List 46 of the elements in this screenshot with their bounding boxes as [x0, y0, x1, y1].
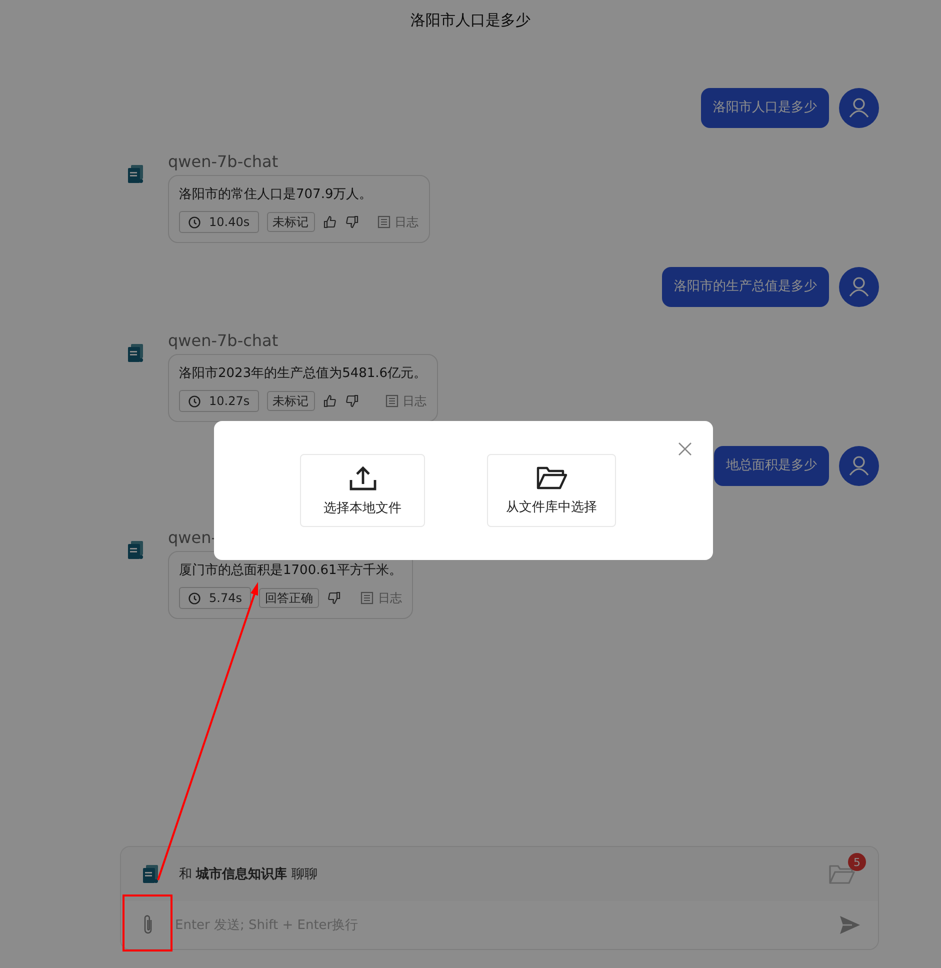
user-message: 洛阳市的生产总值是多少	[662, 267, 829, 307]
response-time: 10.40s	[179, 211, 259, 233]
upload-option[interactable]: 从文件库中选择	[487, 454, 616, 527]
folder-icon	[536, 466, 568, 490]
list-icon	[376, 215, 391, 229]
mark-button[interactable]: 未标记	[266, 391, 315, 411]
clock-icon	[188, 216, 201, 228]
response-time: 10.27s	[179, 390, 259, 412]
list-icon	[384, 394, 399, 408]
model-name: qwen-	[168, 528, 218, 548]
mark-button[interactable]: 未标记	[266, 212, 315, 232]
thumbs-down-icon[interactable]	[326, 591, 341, 605]
bot-message-text: 洛阳市的常住人口是707.9万人。	[179, 186, 374, 204]
log-link[interactable]: 日志	[378, 590, 402, 606]
log-link[interactable]: 日志	[394, 214, 419, 230]
bot-document-icon	[126, 540, 146, 560]
user-message: 洛阳市人口是多少	[701, 88, 829, 128]
list-icon	[360, 591, 374, 605]
user-avatar-icon	[839, 267, 879, 307]
thumbs-down-icon[interactable]	[344, 215, 359, 229]
knowledge-base-label: 和 城市信息知识库 聊聊	[179, 866, 318, 883]
log-link[interactable]: 日志	[402, 392, 427, 410]
thumbs-up-icon[interactable]	[322, 215, 337, 229]
chat-title: 洛阳市人口是多少	[410, 10, 532, 31]
bot-document-icon	[141, 864, 161, 884]
model-name: qwen-7b-chat	[168, 331, 280, 351]
folder-icon[interactable]	[828, 863, 856, 885]
user-avatar-icon	[839, 88, 879, 128]
thumbs-down-icon[interactable]	[344, 394, 359, 408]
user-avatar-icon	[839, 446, 879, 486]
user-message: 地总面积是多少	[714, 446, 829, 486]
clock-icon	[188, 592, 201, 604]
model-name: qwen-7b-chat	[168, 152, 280, 172]
clock-icon	[188, 394, 201, 408]
bot-document-icon	[126, 164, 146, 184]
bot-message-text: 厦门市的总面积是1700.61平方千米。	[179, 562, 402, 580]
thumbs-up-icon[interactable]	[322, 394, 337, 408]
upload-option[interactable]: 选择本地文件	[300, 454, 425, 527]
upload-icon	[348, 464, 376, 490]
annotation-box	[122, 894, 172, 952]
bot-message-text: 洛阳市2023年的生产总值为5481.6亿元。	[179, 365, 427, 383]
response-time: 5.74s	[179, 587, 251, 609]
count-badge: 5	[848, 853, 866, 871]
mark-button[interactable]: 回答正确	[258, 588, 319, 608]
bot-document-icon	[126, 343, 146, 363]
close-icon[interactable]	[678, 442, 692, 456]
